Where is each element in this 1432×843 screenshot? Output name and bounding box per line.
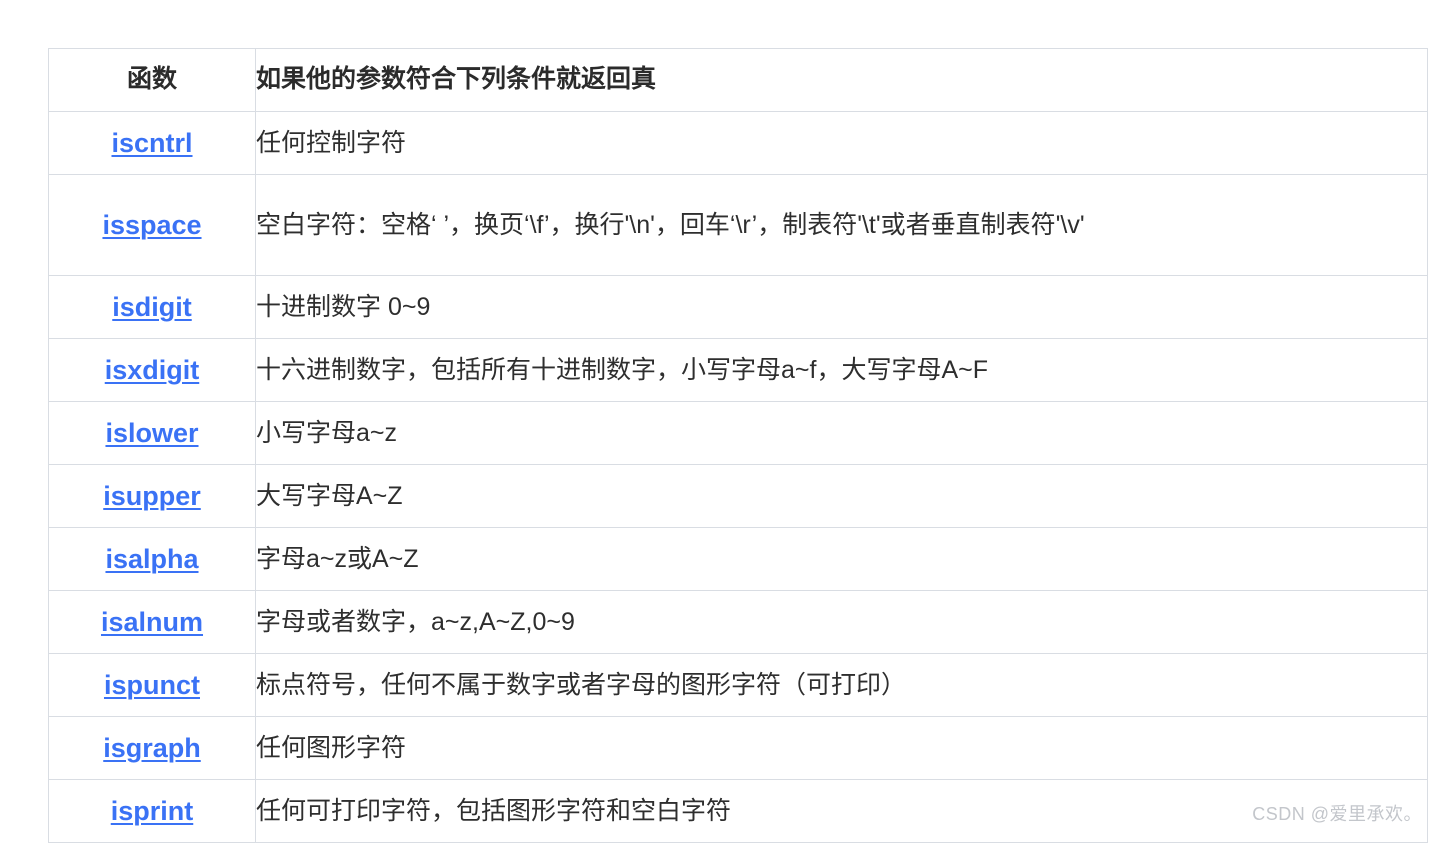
table-row: isalnum 字母或者数字，a~z,A~Z,0~9 <box>48 590 1428 654</box>
function-link-isdigit[interactable]: isdigit <box>112 292 192 322</box>
function-description-cell: 空白字符：空格‘ ’，换页‘\f’，换行'\n'，回车‘\r’，制表符'\t'或… <box>255 174 1428 276</box>
function-description-cell: 任何控制字符 <box>255 111 1428 175</box>
column-header-description: 如果他的参数符合下列条件就返回真 <box>255 48 1428 112</box>
function-link-islower[interactable]: islower <box>105 418 198 448</box>
function-link-isalnum[interactable]: isalnum <box>101 607 203 637</box>
table-row: isspace 空白字符：空格‘ ’，换页‘\f’，换行'\n'，回车‘\r’，制… <box>48 174 1428 276</box>
function-description-cell: 小写字母a~z <box>255 401 1428 465</box>
function-description-cell: 大写字母A~Z <box>255 464 1428 528</box>
character-classification-table: 函数 如果他的参数符合下列条件就返回真 iscntrl 任何控制字符 isspace… <box>48 48 1428 843</box>
function-link-isspace[interactable]: isspace <box>102 210 201 240</box>
function-description-cell: 字母或者数字，a~z,A~Z,0~9 <box>255 590 1428 654</box>
table-header-row: 函数 如果他的参数符合下列条件就返回真 <box>48 48 1428 112</box>
table-row: ispunct 标点符号，任何不属于数字或者字母的图形字符（可打印） <box>48 653 1428 717</box>
function-link-ispunct[interactable]: ispunct <box>104 670 200 700</box>
function-name-cell: islower <box>48 401 256 465</box>
function-name-cell: ispunct <box>48 653 256 717</box>
function-name-cell: isalnum <box>48 590 256 654</box>
function-description-cell: 标点符号，任何不属于数字或者字母的图形字符（可打印） <box>255 653 1428 717</box>
table-header: 函数 如果他的参数符合下列条件就返回真 <box>48 48 1428 112</box>
function-link-iscntrl[interactable]: iscntrl <box>111 128 192 158</box>
function-description-cell: 十六进制数字，包括所有十进制数字，小写字母a~f，大写字母A~F <box>255 338 1428 402</box>
table-row: islower 小写字母a~z <box>48 401 1428 465</box>
table-row: iscntrl 任何控制字符 <box>48 111 1428 175</box>
function-description-cell: 字母a~z或A~Z <box>255 527 1428 591</box>
table-row: isdigit 十进制数字 0~9 <box>48 275 1428 339</box>
function-link-isupper[interactable]: isupper <box>103 481 201 511</box>
function-name-cell: isdigit <box>48 275 256 339</box>
table-row: isupper 大写字母A~Z <box>48 464 1428 528</box>
table-row: isprint 任何可打印字符，包括图形字符和空白字符 <box>48 779 1428 843</box>
function-link-isprint[interactable]: isprint <box>111 796 194 826</box>
column-header-function: 函数 <box>48 48 256 112</box>
function-name-cell: isspace <box>48 174 256 276</box>
function-name-cell: isalpha <box>48 527 256 591</box>
function-description-cell: 任何可打印字符，包括图形字符和空白字符 <box>255 779 1428 843</box>
function-link-isalpha[interactable]: isalpha <box>105 544 198 574</box>
table-row: isxdigit 十六进制数字，包括所有十进制数字，小写字母a~f，大写字母A~F <box>48 338 1428 402</box>
table-row: isgraph 任何图形字符 <box>48 716 1428 780</box>
table-body: iscntrl 任何控制字符 isspace 空白字符：空格‘ ’，换页‘\f’，换行… <box>48 111 1428 843</box>
function-name-cell: isprint <box>48 779 256 843</box>
table-row: isalpha 字母a~z或A~Z <box>48 527 1428 591</box>
function-link-isgraph[interactable]: isgraph <box>103 733 201 763</box>
function-name-cell: isgraph <box>48 716 256 780</box>
function-name-cell: isxdigit <box>48 338 256 402</box>
page-root: 函数 如果他的参数符合下列条件就返回真 iscntrl 任何控制字符 isspace… <box>0 0 1432 843</box>
function-name-cell: iscntrl <box>48 111 256 175</box>
function-table-container: 函数 如果他的参数符合下列条件就返回真 iscntrl 任何控制字符 isspace… <box>48 48 1432 843</box>
function-description-cell: 十进制数字 0~9 <box>255 275 1428 339</box>
function-link-isxdigit[interactable]: isxdigit <box>105 355 200 385</box>
function-description-cell: 任何图形字符 <box>255 716 1428 780</box>
function-name-cell: isupper <box>48 464 256 528</box>
